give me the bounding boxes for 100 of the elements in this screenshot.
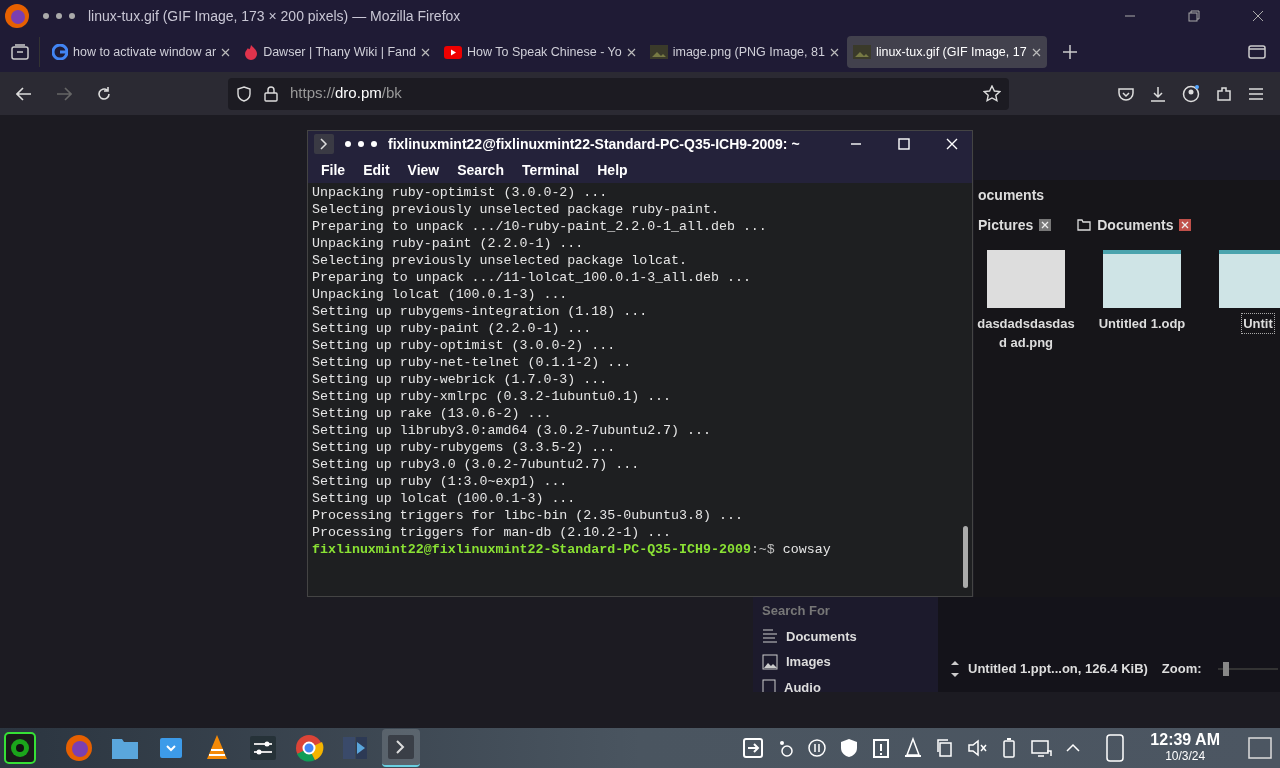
menu-item[interactable]: View xyxy=(400,159,447,181)
terminal-line: Setting up libruby3.0:amd64 (3.0.2-7ubuntu2.7) ... xyxy=(312,422,712,439)
terminal-line: Preparing to unpack .../10-ruby-paint_2.2.0-1_all.deb ... xyxy=(312,218,768,235)
search-for-item[interactable]: Images xyxy=(762,652,938,672)
close-icon[interactable] xyxy=(626,47,636,57)
path-tab[interactable]: Pictures xyxy=(978,214,1052,236)
spin-arrows-icon[interactable] xyxy=(950,658,960,680)
chrome-app-icon xyxy=(293,732,325,764)
menu-item[interactable]: File xyxy=(314,159,353,181)
search-for-item[interactable]: Audio xyxy=(762,677,938,692)
terminal-line: Selecting previously unselected package lolcat. xyxy=(312,252,689,269)
path-tab[interactable]: Documents xyxy=(1077,214,1192,236)
terminal-line: Processing triggers for man-db (2.10.2-1) ... xyxy=(312,524,673,541)
terminal-line: Setting up rubygems-integration (1.18) ... xyxy=(312,303,649,320)
forward-icon[interactable] xyxy=(56,86,72,101)
lock-icon[interactable] xyxy=(264,85,278,102)
g-logo-icon xyxy=(52,44,68,60)
menu-item[interactable]: Search xyxy=(450,159,511,181)
terminal-app-icon xyxy=(314,134,334,154)
download-icon[interactable] xyxy=(1150,85,1166,102)
terminal-line: Unpacking ruby-paint (2.2.0-1) ... xyxy=(312,235,585,252)
terminal-line: Setting up ruby-paint (2.2.0-1) ... xyxy=(312,320,593,337)
menu-icon[interactable] xyxy=(1248,86,1264,101)
menu-item[interactable]: Help xyxy=(590,159,635,181)
browser-tab[interactable]: Dawser | Thany Wiki | Fand xyxy=(238,36,436,68)
clock-time[interactable]: 12:39 AM xyxy=(1150,732,1220,748)
terminal-title: fixlinuxmint22@fixlinuxmint22-Standard-PC-Q35-ICH9-2009: ~ xyxy=(388,134,800,154)
scrollbar-thumb[interactable] xyxy=(962,526,968,588)
new-tab-icon[interactable] xyxy=(1062,45,1077,59)
terminal-line: Preparing to unpack .../11-lolcat_100.0.1-3_all.deb ... xyxy=(312,269,752,286)
file-name[interactable]: Untit xyxy=(1242,314,1274,333)
extensions-icon[interactable] xyxy=(1216,85,1232,102)
zoom-slider[interactable] xyxy=(1217,662,1278,676)
terminal-line: Selecting previously unselected package ruby-paint. xyxy=(312,201,720,218)
pocket-icon[interactable] xyxy=(1118,86,1134,101)
terminal-line: Setting up ruby-net-telnet (0.1.1-2) ... xyxy=(312,354,633,371)
taskbar-app-button[interactable] xyxy=(382,729,420,767)
pause-icon[interactable] xyxy=(806,737,829,759)
terminal-line: Setting up ruby-xmlrpc (0.3.2-1ubuntu0.1) ... xyxy=(312,388,673,405)
file-name[interactable]: dasdadsdasdasd ad.png xyxy=(976,314,1076,352)
zoom-label: Zoom: xyxy=(1161,660,1202,679)
file-thumbnail xyxy=(1219,250,1280,308)
terminal-line: Setting up ruby-webrick (1.7.0-3) ... xyxy=(312,371,609,388)
terminal-line: Setting up ruby-rubygems (3.3.5-2) ... xyxy=(312,439,617,456)
dots-icon[interactable] xyxy=(344,140,378,148)
shield-icon[interactable] xyxy=(236,85,252,102)
address-bar[interactable]: https://dro.pm/bk xyxy=(228,77,1009,110)
menu-item[interactable]: Edit xyxy=(356,159,397,181)
terminal-line: Setting up rake (13.0.6-2) ... xyxy=(312,405,553,422)
browser-tab[interactable]: image.png (PNG Image, 81 xyxy=(643,36,845,68)
terminal-line: Setting up lolcat (100.0.1-3) ... xyxy=(312,490,577,507)
star-icon[interactable] xyxy=(983,84,1001,103)
firefox-app-icon xyxy=(63,732,95,764)
menu-item[interactable]: Terminal xyxy=(514,159,587,181)
image-icon xyxy=(649,45,668,59)
terminal-prompt-line: fixlinuxmint22@fixlinuxmint22-Standard-PC-Q35-ICH9-2009:~$ cowsay xyxy=(312,541,832,558)
tab-list-icon[interactable] xyxy=(10,44,29,60)
terminal-line: Setting up ruby3.0 (3.0.2-7ubuntu2.7) ... xyxy=(312,456,641,473)
search-for-item[interactable]: Documents xyxy=(762,626,938,646)
terminal-line: Setting up ruby-optimist (3.0.0-2) ... xyxy=(312,337,617,354)
zoom-slider-thumb[interactable] xyxy=(1222,662,1229,676)
browser-logo-icon xyxy=(4,3,30,29)
maximize-icon[interactable] xyxy=(898,138,910,150)
window-icon[interactable] xyxy=(1248,45,1266,59)
terminal-line: Setting up ruby (1:3.0~exp1) ... xyxy=(312,473,569,490)
browser-tab[interactable]: linux-tux.gif (GIF Image, 17 xyxy=(846,36,1047,68)
show-desktop-icon[interactable] xyxy=(1248,737,1272,759)
close-icon[interactable] xyxy=(1252,10,1264,22)
back-icon[interactable] xyxy=(16,86,32,101)
text-lines-icon xyxy=(762,629,778,644)
status-text: Untitled 1.ppt...on, 126.4 KiB) xyxy=(968,660,1148,679)
close-icon[interactable] xyxy=(1039,219,1052,231)
phone-icon[interactable] xyxy=(1104,734,1127,762)
terminal-line: Unpacking lolcat (100.0.1-3) ... xyxy=(312,286,569,303)
close-icon[interactable] xyxy=(421,47,430,57)
browser-tab[interactable]: how to activate window ar xyxy=(46,36,237,68)
account-icon[interactable] xyxy=(1182,84,1200,103)
play-icon xyxy=(444,45,462,59)
menu-logo-icon[interactable] xyxy=(4,732,36,764)
close-icon[interactable] xyxy=(1179,219,1192,231)
window-title: linux-tux.gif (GIF Image, 173 × 200 pixels) — Mozilla Firefox xyxy=(88,6,461,26)
terminal-line: Processing triggers for libc-bin (2.35-0ubuntu3.8) ... xyxy=(312,507,744,524)
clock-date[interactable]: 10/3/24 xyxy=(1165,748,1206,764)
browser-tab[interactable]: How To Speak Chinese - Yo xyxy=(438,36,642,68)
document-icon xyxy=(762,679,776,692)
restore-icon[interactable] xyxy=(1188,10,1200,22)
terminal-line: Unpacking ruby-optimist (3.0.0-2) ... xyxy=(312,184,609,201)
close-icon[interactable] xyxy=(829,47,839,57)
image-icon xyxy=(852,45,871,59)
folder-heading: ocuments xyxy=(978,185,1045,205)
mute-icon[interactable] xyxy=(966,737,989,759)
flame-icon xyxy=(244,44,259,60)
image-icon xyxy=(762,653,778,670)
close-icon[interactable] xyxy=(221,47,231,57)
dots-icon[interactable] xyxy=(42,12,76,20)
file-name[interactable]: Untitled 1.odp xyxy=(1097,314,1187,333)
reload-icon[interactable] xyxy=(96,85,112,102)
url-text: https://dro.pm/bk xyxy=(290,83,402,104)
folder-icon xyxy=(1077,219,1092,231)
search-for-heading: Search For xyxy=(762,602,831,620)
